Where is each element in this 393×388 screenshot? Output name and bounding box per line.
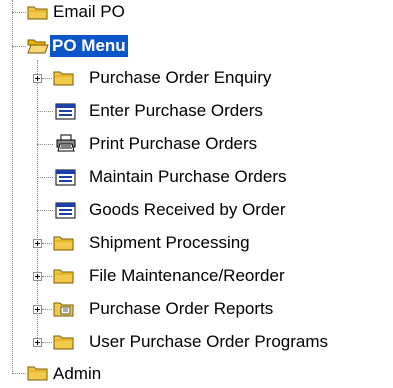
form-window-icon <box>55 202 76 219</box>
tree-item-user-purchase-order-programs[interactable]: User Purchase Order Programs <box>0 327 393 357</box>
tree-item-print-purchase-orders[interactable]: Print Purchase Orders <box>0 129 393 159</box>
form-window-icon <box>55 169 76 186</box>
expand-toggle[interactable] <box>33 239 42 248</box>
expand-toggle[interactable] <box>33 305 42 314</box>
expand-toggle[interactable] <box>33 74 42 83</box>
tree-item-label: Maintain Purchase Orders <box>89 167 287 186</box>
tree-item-label: File Maintenance/Reorder <box>89 266 285 285</box>
tree-item-po-menu[interactable]: PO Menu <box>0 31 393 61</box>
tree-item-purchase-order-enquiry[interactable]: Purchase Order Enquiry <box>0 63 393 93</box>
tree-item-label: Email PO <box>53 2 125 21</box>
tree-item-label: Admin <box>53 364 102 383</box>
tree-item-label: Shipment Processing <box>89 233 250 252</box>
tree-item-goods-received-by-order[interactable]: Goods Received by Order <box>0 195 393 225</box>
expand-toggle[interactable] <box>33 272 42 281</box>
printer-icon <box>56 134 76 152</box>
open-folder-icon <box>27 39 49 54</box>
tree-item-label: Goods Received by Order <box>89 200 286 219</box>
report-folder-icon <box>53 302 74 317</box>
tree-item-admin[interactable]: Admin <box>0 358 393 388</box>
folder-icon <box>53 269 74 284</box>
folder-icon <box>53 335 74 350</box>
tree-item-label: Purchase Order Reports <box>89 299 274 318</box>
folder-icon <box>27 366 48 381</box>
tree-item-label: PO Menu <box>50 35 128 57</box>
po-menu-tree: Email PO PO Menu Purchase Order Enquiry … <box>0 0 393 385</box>
tree-item-label: Enter Purchase Orders <box>89 101 263 120</box>
folder-icon <box>53 71 74 86</box>
tree-item-maintain-purchase-orders[interactable]: Maintain Purchase Orders <box>0 162 393 192</box>
tree-item-label: User Purchase Order Programs <box>89 332 329 351</box>
expand-toggle[interactable] <box>33 338 42 347</box>
tree-item-label: Print Purchase Orders <box>89 134 258 153</box>
tree-item-shipment-processing[interactable]: Shipment Processing <box>0 228 393 258</box>
tree-item-label: Purchase Order Enquiry <box>89 68 272 87</box>
tree-item-enter-purchase-orders[interactable]: Enter Purchase Orders <box>0 96 393 126</box>
tree-item-file-maintenance-reorder[interactable]: File Maintenance/Reorder <box>0 261 393 291</box>
form-window-icon <box>55 103 76 120</box>
tree-item-email-po[interactable]: Email PO <box>0 0 393 28</box>
folder-icon <box>27 6 48 20</box>
tree-item-purchase-order-reports[interactable]: Purchase Order Reports <box>0 294 393 324</box>
folder-icon <box>53 236 74 251</box>
